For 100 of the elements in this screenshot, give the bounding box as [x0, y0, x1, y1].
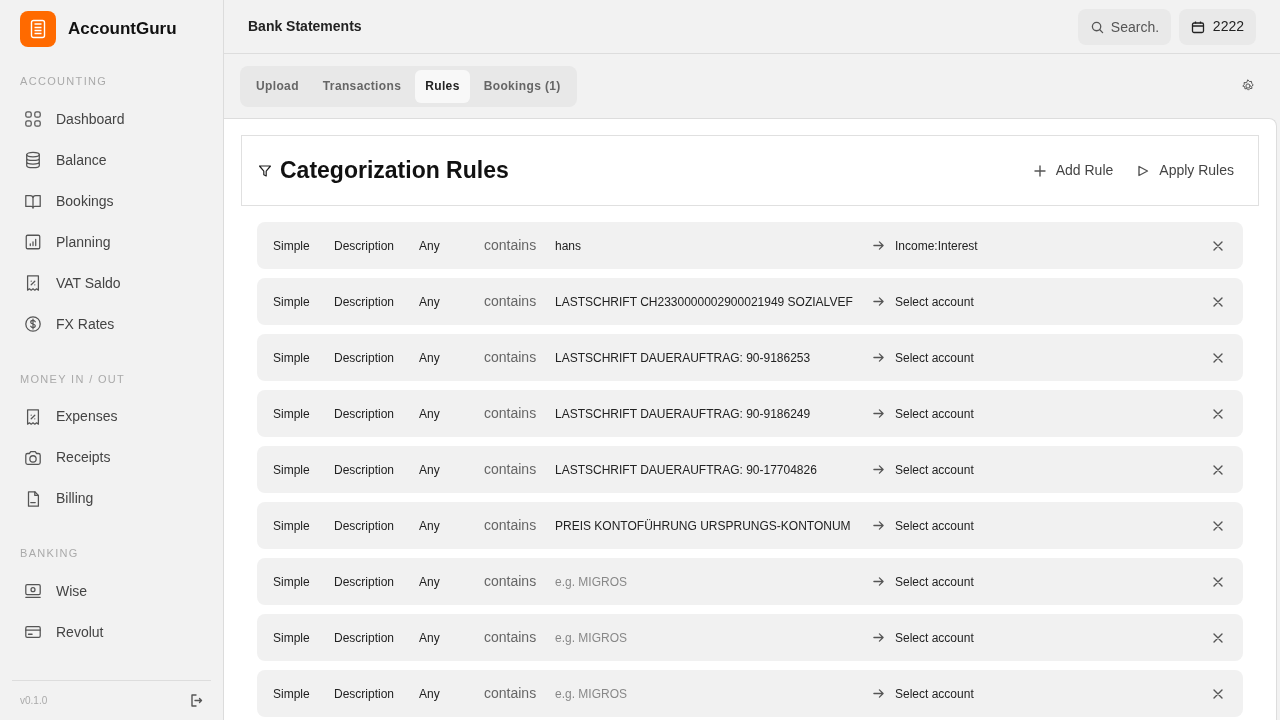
sidebar-item[interactable]: Dashboard — [0, 98, 223, 140]
rule-type[interactable]: Simple — [273, 684, 334, 703]
account-select[interactable]: Select account — [895, 404, 1213, 423]
match-select[interactable]: Any — [419, 684, 484, 703]
field-select[interactable]: Description — [334, 236, 419, 255]
close-icon[interactable] — [1213, 632, 1223, 643]
sidebar-item[interactable]: Receipts — [0, 437, 223, 478]
operator-select[interactable]: contains — [484, 515, 555, 536]
rule-type[interactable]: Simple — [273, 628, 334, 647]
pattern-field[interactable]: LASTSCHRIFT CH2330000002900021949 SOZIALVEF — [555, 292, 861, 311]
sidebar-item[interactable]: Revolut — [0, 611, 223, 653]
field-select[interactable]: Description — [334, 684, 419, 703]
match-select[interactable]: Any — [419, 236, 484, 255]
tab[interactable]: Bookings (1) — [473, 69, 571, 103]
rule-type[interactable]: Simple — [273, 572, 334, 591]
account-select[interactable]: Select account — [895, 572, 1213, 591]
pattern-field[interactable]: LASTSCHRIFT DAUERAUFTRAG: 90-9186253 — [555, 348, 861, 367]
account-select[interactable]: Income:Interest — [895, 236, 1213, 255]
tab[interactable]: Rules — [415, 69, 470, 103]
operator-select[interactable]: contains — [484, 235, 555, 256]
grid-icon — [24, 110, 42, 128]
account-select[interactable]: Select account — [895, 628, 1213, 647]
section-heading: MONEY IN / OUT — [19, 371, 127, 387]
operator-select[interactable]: contains — [484, 683, 555, 704]
field-select[interactable]: Description — [334, 348, 419, 367]
sidebar-item[interactable]: VAT Saldo — [0, 262, 223, 304]
section-heading: ACCOUNTING — [19, 74, 109, 89]
panel-title: Categorization Rules — [280, 156, 509, 186]
operator-select[interactable]: contains — [484, 459, 555, 480]
account-select[interactable]: Select account — [895, 292, 1213, 311]
close-icon[interactable] — [1213, 352, 1223, 363]
match-select[interactable]: Any — [419, 460, 484, 479]
arrow-icon — [873, 464, 884, 475]
arrow-icon — [873, 576, 884, 587]
match-select[interactable]: Any — [419, 516, 484, 535]
close-icon[interactable] — [1213, 296, 1223, 307]
field-select[interactable]: Description — [334, 404, 419, 423]
arrow-icon — [873, 520, 884, 531]
field-select[interactable]: Description — [334, 460, 419, 479]
sidebar-item[interactable]: Bookings — [0, 180, 223, 222]
rule-type[interactable]: Simple — [273, 348, 334, 367]
rule-type[interactable]: Simple — [273, 236, 334, 255]
app-logo-icon — [20, 11, 56, 47]
account-select[interactable]: Select account — [895, 516, 1213, 535]
logout-icon[interactable] — [189, 693, 203, 708]
sidebar-item[interactable]: Planning — [0, 221, 223, 263]
sidebar-item[interactable]: FX Rates — [0, 303, 223, 345]
arrow-icon — [873, 240, 884, 251]
book-icon — [24, 192, 42, 210]
match-select[interactable]: Any — [419, 404, 484, 423]
pattern-field[interactable]: hans — [555, 236, 861, 255]
apply-rules-button[interactable]: Apply Rules — [1137, 160, 1234, 181]
search-field[interactable]: Search. — [1077, 8, 1171, 45]
arrow-icon — [873, 352, 884, 363]
match-select[interactable]: Any — [419, 348, 484, 367]
sidebar-item[interactable]: Billing — [0, 478, 223, 519]
rule-type[interactable]: Simple — [273, 516, 334, 535]
account-select[interactable]: Select account — [895, 684, 1213, 703]
rule-type[interactable]: Simple — [273, 460, 334, 479]
field-select[interactable]: Description — [334, 516, 419, 535]
sidebar-item[interactable]: Balance — [0, 139, 223, 181]
pattern-field[interactable]: e.g. MIGROS — [555, 684, 861, 703]
field-select[interactable]: Description — [334, 292, 419, 311]
section-heading: BANKING — [19, 546, 80, 561]
operator-select[interactable]: contains — [484, 571, 555, 592]
rule-type[interactable]: Simple — [273, 404, 334, 423]
match-select[interactable]: Any — [419, 292, 484, 311]
pattern-field[interactable]: LASTSCHRIFT DAUERAUFTRAG: 90-17704826 — [555, 460, 861, 479]
account-select[interactable]: Select account — [895, 348, 1213, 367]
version-label: v0.1.0 — [20, 694, 48, 708]
add-rule-button[interactable]: Add Rule — [1033, 160, 1114, 181]
match-select[interactable]: Any — [419, 572, 484, 591]
close-icon[interactable] — [1213, 576, 1223, 587]
sidebar-item[interactable]: Expenses — [0, 396, 223, 437]
match-select[interactable]: Any — [419, 628, 484, 647]
operator-select[interactable]: contains — [484, 291, 555, 312]
arrow-icon — [873, 408, 884, 419]
year-button[interactable]: 2222 — [1178, 8, 1256, 45]
close-icon[interactable] — [1213, 408, 1223, 419]
close-icon[interactable] — [1213, 688, 1223, 699]
rule-type[interactable]: Simple — [273, 292, 334, 311]
dollar-icon — [24, 315, 42, 333]
operator-select[interactable]: contains — [484, 627, 555, 648]
pattern-field[interactable]: PREIS KONTOFÜHRUNG URSPRUNGS-KONTONUM — [555, 516, 861, 535]
pattern-field[interactable]: e.g. MIGROS — [555, 628, 861, 647]
pattern-field[interactable]: LASTSCHRIFT DAUERAUFTRAG: 90-9186249 — [555, 404, 861, 423]
tab[interactable]: Transactions — [312, 69, 412, 103]
field-select[interactable]: Description — [334, 628, 419, 647]
close-icon[interactable] — [1213, 240, 1223, 251]
sidebar-item[interactable]: Wise — [0, 570, 223, 612]
field-select[interactable]: Description — [334, 572, 419, 591]
tab[interactable]: Upload — [246, 69, 309, 103]
account-select[interactable]: Select account — [895, 460, 1213, 479]
settings-icon[interactable] — [1241, 79, 1255, 93]
operator-select[interactable]: contains — [484, 403, 555, 424]
plus-icon — [1033, 164, 1046, 177]
close-icon[interactable] — [1213, 464, 1223, 475]
close-icon[interactable] — [1213, 520, 1223, 531]
operator-select[interactable]: contains — [484, 347, 555, 368]
pattern-field[interactable]: e.g. MIGROS — [555, 572, 861, 591]
